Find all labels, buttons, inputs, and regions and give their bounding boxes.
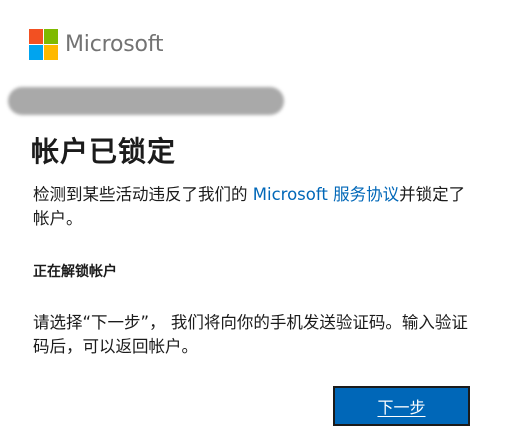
logo-square-yellow bbox=[44, 45, 58, 60]
unlock-instructions: 请选择“下一步”， 我们将向你的手机发送验证码。输入验证码后，可以返回帐户。 bbox=[33, 313, 468, 356]
logo-text: Microsoft bbox=[65, 32, 164, 57]
logo-square-red bbox=[29, 29, 43, 44]
account-identifier-redacted bbox=[8, 87, 284, 115]
lock-description: 检测到某些活动违反了我们的 Microsoft 服务协议并锁定了帐户。 bbox=[33, 183, 473, 231]
page-title: 帐户已锁定 bbox=[31, 135, 177, 168]
service-agreement-link[interactable]: Microsoft 服务协议 bbox=[253, 185, 399, 204]
microsoft-logo: Microsoft bbox=[29, 29, 164, 60]
logo-square-blue bbox=[29, 45, 43, 60]
unlock-subheading: 正在解锁帐户 bbox=[33, 264, 117, 280]
logo-square-green bbox=[44, 29, 58, 44]
description-text-before: 检测到某些活动违反了我们的 bbox=[33, 185, 253, 204]
microsoft-logo-icon bbox=[29, 29, 58, 60]
next-button[interactable]: 下一步 bbox=[333, 386, 470, 426]
